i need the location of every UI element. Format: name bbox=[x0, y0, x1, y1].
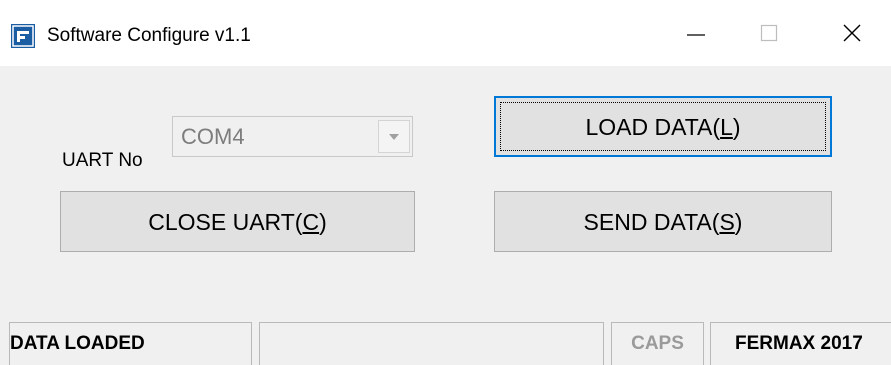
minimize-icon bbox=[686, 23, 706, 43]
caps-indicator: CAPS bbox=[631, 333, 684, 354]
close-uart-label: CLOSE UART(C) bbox=[148, 208, 327, 235]
status-panel-empty bbox=[259, 322, 604, 365]
app-icon bbox=[11, 24, 35, 48]
load-data-button[interactable]: LOAD DATA(L) bbox=[494, 96, 832, 157]
close-window-button[interactable] bbox=[822, 0, 882, 66]
status-panel-caps: CAPS bbox=[611, 322, 704, 365]
maximize-button[interactable] bbox=[739, 0, 799, 66]
maximize-icon bbox=[759, 23, 779, 43]
status-panel-state: DATA LOADED bbox=[9, 322, 252, 365]
status-bar: DATA LOADED CAPS FERMAX 2017 bbox=[0, 322, 891, 365]
dropdown-arrow-button[interactable] bbox=[378, 120, 410, 153]
close-icon bbox=[842, 23, 862, 43]
minimize-button[interactable] bbox=[666, 0, 726, 66]
window-title: Software Configure v1.1 bbox=[47, 25, 251, 46]
close-uart-button[interactable]: CLOSE UART(C) bbox=[60, 191, 415, 252]
uart-label: UART No bbox=[62, 150, 143, 171]
title-bar[interactable]: Software Configure v1.1 bbox=[0, 0, 891, 66]
chevron-down-icon bbox=[388, 128, 400, 146]
status-panel-brand: FERMAX 2017 bbox=[710, 322, 891, 365]
focus-rectangle bbox=[500, 102, 826, 151]
send-data-label: SEND DATA(S) bbox=[583, 208, 743, 235]
status-text: DATA LOADED bbox=[10, 333, 145, 354]
uart-select[interactable]: COM4 bbox=[172, 116, 413, 157]
uart-select-value: COM4 bbox=[181, 124, 245, 149]
brand-text: FERMAX 2017 bbox=[735, 333, 863, 354]
send-data-button[interactable]: SEND DATA(S) bbox=[494, 191, 832, 252]
